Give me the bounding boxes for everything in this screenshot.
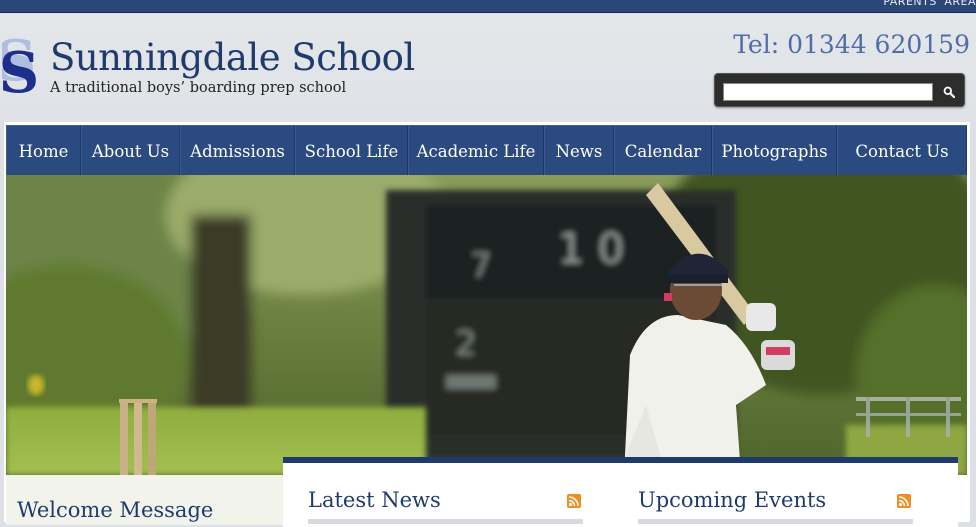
school-name[interactable]: Sunningdale School	[50, 36, 415, 79]
nav-item-calendar[interactable]: Calendar	[614, 126, 712, 176]
welcome-title: Welcome Message	[17, 498, 214, 522]
search-input[interactable]	[723, 83, 933, 101]
hero-image: 1 0 7 2	[6, 175, 967, 475]
nav-item-about-us[interactable]: About Us	[81, 126, 180, 176]
nav-item-academic-life[interactable]: Academic Life	[408, 126, 544, 176]
nav-item-news[interactable]: News	[544, 126, 614, 176]
svg-text:1 0: 1 0	[558, 224, 625, 273]
parents-area-link[interactable]: PARENTS' AREA	[883, 0, 976, 8]
school-logo-icon[interactable]: S S	[2, 36, 36, 100]
upcoming-events-title[interactable]: Upcoming Events	[638, 488, 826, 512]
upcoming-events-divider	[638, 519, 913, 524]
svg-text:2: 2	[455, 324, 477, 364]
phone-number: Tel: 01344 620159	[733, 30, 970, 59]
nav-item-school-life[interactable]: School Life	[295, 126, 408, 176]
welcome-panel: Welcome Message	[6, 475, 284, 525]
search-button[interactable]	[939, 82, 959, 102]
search-icon	[943, 86, 955, 98]
latest-news-divider	[308, 519, 583, 524]
latest-news-title[interactable]: Latest News	[308, 488, 441, 512]
content-panel: Latest News Upcoming Events	[283, 457, 958, 527]
site-header: S S Sunningdale School A traditional boy…	[0, 14, 976, 122]
svg-text:S: S	[2, 40, 36, 100]
nav-item-home[interactable]: Home	[6, 126, 81, 176]
main-nav: Home About Us Admissions School Life Aca…	[6, 125, 967, 176]
upcoming-events-rss-icon[interactable]	[897, 494, 911, 508]
cricket-photo: 1 0 7 2	[6, 175, 967, 475]
latest-news-rss-icon[interactable]	[567, 494, 581, 508]
tagline: A traditional boys’ boarding prep school	[50, 80, 347, 96]
top-bar: PARENTS' AREA	[0, 0, 976, 13]
search-box	[714, 73, 965, 107]
nav-item-admissions[interactable]: Admissions	[180, 126, 295, 176]
svg-text:7: 7	[470, 246, 492, 286]
nav-item-photographs[interactable]: Photographs	[712, 126, 837, 176]
nav-item-contact-us[interactable]: Contact Us	[837, 126, 967, 176]
